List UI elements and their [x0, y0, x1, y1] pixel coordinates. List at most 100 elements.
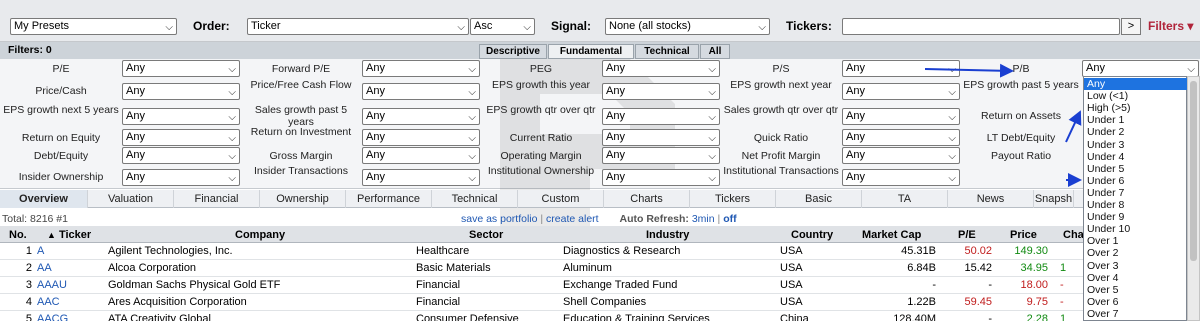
dropdown-option[interactable]: High (>5) [1084, 102, 1187, 114]
auto-refresh-label: Auto Refresh: [619, 213, 689, 225]
dropdown-option[interactable]: Over 5 [1084, 284, 1187, 296]
cell-ticker[interactable]: AA [37, 260, 97, 277]
dropdown-option[interactable]: Under 6 [1084, 175, 1187, 187]
save-portfolio-link[interactable]: save as portfolio [461, 213, 537, 225]
view-tab-news[interactable]: News [948, 190, 1034, 208]
col-company[interactable]: Company [235, 227, 285, 243]
dropdown-option[interactable]: Any [1084, 78, 1187, 90]
dropdown-option[interactable]: Under 1 [1084, 114, 1187, 126]
view-tab-ownership[interactable]: Ownership [260, 190, 346, 208]
dropdown-option[interactable]: Over 3 [1084, 260, 1187, 272]
table-row[interactable]: 5 AACG ATA Creativity Global Consumer Defen… [0, 311, 1200, 321]
scrollbar-thumb[interactable] [1190, 81, 1197, 261]
dropdown-option[interactable]: Under 4 [1084, 151, 1187, 163]
cell-industry: Education & Training Services [563, 313, 710, 321]
cell-company: Agilent Technologies, Inc. [108, 245, 233, 257]
cell-industry: Aluminum [563, 262, 612, 274]
cell-company: Alcoa Corporation [108, 262, 197, 274]
create-alert-link[interactable]: create alert [546, 213, 599, 225]
cell-industry: Shell Companies [563, 296, 647, 308]
dropdown-option[interactable]: Under 10 [1084, 223, 1187, 235]
cell-country: USA [780, 245, 803, 257]
view-tab-ta[interactable]: TA [862, 190, 948, 208]
dropdown-option[interactable]: Over 7 [1084, 308, 1187, 320]
col-industry[interactable]: Industry [646, 227, 689, 243]
dropdown-option[interactable]: Under 8 [1084, 199, 1187, 211]
cell-ticker[interactable]: AAC [37, 294, 97, 311]
arrow-to-dropdown-icon [1065, 110, 1082, 143]
dropdown-option[interactable]: Over 6 [1084, 296, 1187, 308]
col-change[interactable]: Cha [1063, 227, 1084, 243]
cell-change: - [1060, 279, 1064, 291]
cell-market-cap: 6.84B [907, 262, 936, 274]
cell-market-cap: 1.22B [907, 296, 936, 308]
cell-price: 149.30 [1014, 245, 1048, 257]
table-row[interactable]: 2 AA Alcoa Corporation Basic Materials Alumi… [0, 260, 1200, 277]
view-tab-tickers[interactable]: Tickers [690, 190, 776, 208]
col-country[interactable]: Country [791, 227, 833, 243]
col-price[interactable]: Price [1010, 227, 1037, 243]
cell-ticker[interactable]: AAAU [37, 277, 97, 294]
col-ticker[interactable]: ▲ Ticker [47, 227, 91, 243]
dropdown-option[interactable]: Over 1 [1084, 235, 1187, 247]
cell-no: 3 [25, 279, 32, 291]
view-tab-financial[interactable]: Financial [174, 190, 260, 208]
refresh-off-link[interactable]: off [723, 213, 736, 225]
table-row[interactable]: 3 AAAU Goldman Sachs Physical Gold ETF Fina… [0, 277, 1200, 294]
cell-change: - [1060, 296, 1064, 308]
dropdown-option[interactable]: Under 3 [1084, 139, 1187, 151]
dropdown-option[interactable]: Under 2 [1084, 126, 1187, 138]
cell-pe: 59.45 [964, 296, 992, 308]
table-row[interactable]: 1 A Agilent Technologies, Inc. Healthcare Di… [0, 243, 1200, 260]
cell-sector: Financial [416, 279, 461, 291]
cell-industry: Diagnostics & Research [563, 245, 681, 257]
col-no[interactable]: No. [9, 227, 27, 243]
view-tab-basic[interactable]: Basic [776, 190, 862, 208]
cell-sector: Consumer Defensive [416, 313, 519, 321]
arrow-to-pb-icon [924, 63, 1014, 78]
pb-dropdown-list[interactable]: Any Low (<1) High (>5) Under 1 Under 2 Under … [1083, 76, 1187, 321]
cell-price: 18.00 [1020, 279, 1048, 291]
cell-change: 1 [1060, 262, 1067, 274]
cell-ticker[interactable]: AACG [37, 311, 97, 321]
dropdown-option[interactable]: Low (<1) [1084, 90, 1187, 102]
view-tab-valuation[interactable]: Valuation [88, 190, 174, 208]
cell-market-cap: 45.31B [901, 245, 936, 257]
total-count: Total: 8216 #1 [2, 213, 68, 225]
separator: | [540, 213, 544, 225]
cell-no: 4 [25, 296, 32, 308]
dropdown-option[interactable]: Under 5 [1084, 163, 1187, 175]
cell-no: 2 [25, 262, 32, 274]
view-tab-technical[interactable]: Technical [432, 190, 518, 208]
col-pe[interactable]: P/E [958, 227, 976, 243]
cell-pe: - [988, 279, 992, 291]
cell-country: USA [780, 279, 803, 291]
view-tab-charts[interactable]: Charts [604, 190, 690, 208]
view-tabs: Overview Valuation Financial Ownership Perfo… [0, 190, 1200, 208]
cell-company: ATA Creativity Global [108, 313, 211, 321]
col-market-cap[interactable]: Market Cap [862, 227, 921, 243]
summary-actions: save as portfolio | create alert Auto Re… [461, 213, 737, 225]
col-sector[interactable]: Sector [469, 227, 503, 243]
view-tab-overview[interactable]: Overview [0, 190, 88, 208]
dropdown-option[interactable]: Under 7 [1084, 187, 1187, 199]
dropdown-option[interactable]: Over 2 [1084, 247, 1187, 259]
cell-pe: 50.02 [964, 245, 992, 257]
cell-sector: Healthcare [416, 245, 470, 257]
cell-sector: Financial [416, 296, 461, 308]
view-tab-custom[interactable]: Custom [518, 190, 604, 208]
screener-page: My Presets ⌵ Order: Ticker ⌵ Asc ⌵ Signa… [0, 0, 1200, 321]
cell-market-cap: 128.40M [893, 313, 936, 321]
view-tab-performance[interactable]: Performance [346, 190, 432, 208]
dropdown-scrollbar[interactable] [1187, 76, 1200, 321]
view-tab-snapsh[interactable]: Snapsh [1034, 190, 1074, 208]
cell-country: USA [780, 296, 803, 308]
dropdown-option[interactable]: Over 4 [1084, 272, 1187, 284]
cell-no: 1 [25, 245, 32, 257]
refresh-3min-link[interactable]: 3min [692, 213, 715, 225]
cell-no: 5 [25, 313, 32, 321]
cell-price: 2.28 [1026, 313, 1048, 321]
table-row[interactable]: 4 AAC Ares Acquisition Corporation Financia… [0, 294, 1200, 311]
dropdown-option[interactable]: Under 9 [1084, 211, 1187, 223]
cell-ticker[interactable]: A [37, 243, 97, 260]
